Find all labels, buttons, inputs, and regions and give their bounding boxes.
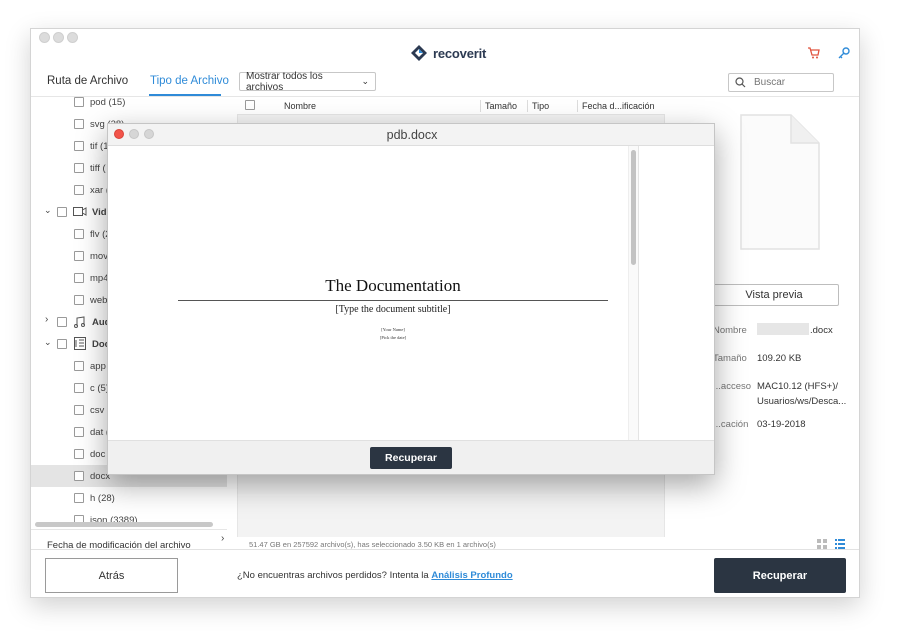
cart-icon[interactable]	[807, 46, 821, 60]
tree-item-label: h (28)	[90, 493, 115, 504]
tree-item-label: pod (15)	[90, 97, 126, 108]
checkbox[interactable]	[74, 493, 84, 503]
vista-previa-button[interactable]: Vista previa	[709, 284, 839, 306]
list-view-icon[interactable]	[835, 539, 845, 549]
view-toggle	[817, 539, 845, 549]
checkbox[interactable]	[74, 185, 84, 195]
doc-date: [Pick the date]	[379, 335, 407, 340]
modal-title: pdb.docx	[386, 128, 438, 142]
app-logo: recoverit	[411, 43, 486, 63]
checkbox[interactable]	[74, 405, 84, 415]
file-list-header: Nombre Tamaño Tipo Fecha d...ificación	[237, 97, 665, 115]
column-fecha[interactable]: Fecha d...ificación	[582, 101, 655, 111]
divider	[638, 146, 639, 440]
checkbox[interactable]	[57, 339, 67, 349]
column-tamano[interactable]: Tamaño	[485, 101, 517, 111]
checkbox[interactable]	[74, 229, 84, 239]
info-value-nombre: .docx	[810, 325, 833, 336]
recover-button[interactable]: Recuperar	[714, 558, 846, 593]
minimize-window-button[interactable]	[53, 32, 64, 43]
file-thumbnail-icon	[740, 114, 820, 250]
checkbox[interactable]	[74, 251, 84, 261]
tree-item-label: mp4	[90, 273, 109, 284]
checkbox[interactable]	[74, 163, 84, 173]
document-scrollbar-thumb[interactable]	[631, 150, 636, 265]
info-label-ubicacion: ...cación	[713, 419, 749, 430]
tree-item-label: doc	[90, 449, 106, 460]
document-icon	[74, 337, 86, 350]
status-text: 51.47 GB en 257592 archivo(s), has selec…	[249, 540, 496, 549]
chevron-right-icon[interactable]: ›	[45, 314, 48, 325]
checkbox[interactable]	[74, 97, 84, 107]
checkbox[interactable]	[74, 471, 84, 481]
tree-item-label: tiff (	[90, 163, 106, 174]
key-icon[interactable]	[837, 46, 851, 60]
info-value-acceso-path: Usuarios/ws/Desca...	[757, 396, 847, 407]
sort-by-row[interactable]: Fecha de modificación del archivo	[31, 529, 227, 551]
checkbox[interactable]	[74, 273, 84, 283]
deep-scan-hint: ¿No encuentras archivos perdidos? Intent…	[237, 570, 513, 581]
info-label-tamano: Tamaño	[713, 353, 747, 364]
tree-item-label: tif (1	[90, 141, 109, 152]
checkbox[interactable]	[74, 449, 84, 459]
checkbox[interactable]	[57, 207, 67, 217]
doc-author: [Your Name]	[381, 327, 405, 332]
tab-tipo-de-archivo[interactable]: Tipo de Archivo	[150, 75, 229, 87]
select-all-checkbox[interactable]	[245, 100, 255, 110]
grid-view-icon[interactable]	[817, 539, 827, 549]
back-button[interactable]: Atrás	[45, 558, 178, 593]
info-value-tamano: 109.20 KB	[757, 353, 802, 364]
checkbox[interactable]	[74, 361, 84, 371]
checkbox[interactable]	[74, 119, 84, 129]
checkbox[interactable]	[74, 427, 84, 437]
info-value-acceso: MAC10.12 (HFS+)/	[757, 381, 839, 392]
music-icon	[74, 316, 85, 328]
zoom-window-button[interactable]	[67, 32, 78, 43]
tab-ruta-de-archivo[interactable]: Ruta de Archivo	[47, 75, 128, 87]
doc-title: The Documentation	[325, 276, 461, 295]
file-filter-label: Mostrar todos los archivos	[246, 70, 323, 93]
redacted-filename	[757, 323, 809, 335]
modal-recover-button[interactable]: Recuperar	[370, 447, 452, 469]
checkbox[interactable]	[57, 317, 67, 327]
tree-item-label: web	[90, 295, 108, 306]
doc-title-rule	[178, 300, 608, 301]
checkbox[interactable]	[74, 141, 84, 151]
column-nombre[interactable]: Nombre	[284, 101, 316, 111]
doc-subtitle: [Type the document subtitle]	[335, 304, 451, 315]
chevron-right-icon[interactable]: ›	[221, 533, 224, 544]
checkbox[interactable]	[74, 383, 84, 393]
info-value-ubicacion: 03-19-2018	[757, 419, 806, 430]
video-icon	[73, 207, 87, 216]
close-window-button[interactable]	[39, 32, 50, 43]
info-label-acceso: ...acceso	[713, 381, 752, 392]
preview-modal: pdb.docx The Documentation [Type the doc…	[107, 123, 715, 475]
column-tipo[interactable]: Tipo	[532, 101, 549, 111]
search-box[interactable]	[728, 73, 834, 92]
file-filter-dropdown[interactable]: Mostrar todos los archivos ⌄	[239, 70, 376, 93]
search-icon	[735, 77, 746, 88]
chevron-down-icon[interactable]: ⌄	[44, 337, 52, 348]
chevron-down-icon: ⌄	[361, 76, 369, 86]
active-tab-indicator	[149, 94, 221, 96]
tree-item-label: app	[90, 361, 106, 372]
tree-item[interactable]: h (28)	[31, 487, 227, 509]
hint-text: ¿No encuentras archivos perdidos? Intent…	[237, 570, 429, 581]
recoverit-logo-icon	[411, 45, 427, 61]
checkbox[interactable]	[74, 295, 84, 305]
tree-horizontal-scrollbar[interactable]	[35, 522, 213, 527]
brand-name: recoverit	[433, 45, 487, 61]
chevron-down-icon[interactable]: ⌄	[44, 205, 52, 216]
tree-item-label: mov	[90, 251, 108, 262]
deep-scan-link[interactable]: Análisis Profundo	[431, 570, 512, 581]
info-label-nombre: Nombre	[713, 325, 747, 336]
tree-item[interactable]: pod (15)	[31, 97, 227, 113]
search-input[interactable]	[754, 77, 824, 88]
